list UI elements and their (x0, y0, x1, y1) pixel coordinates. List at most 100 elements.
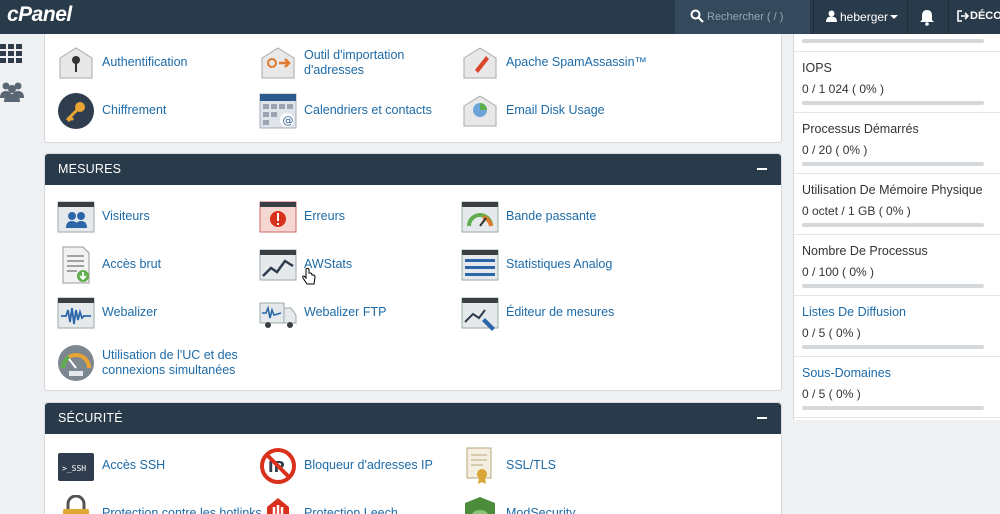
item-label: Accès SSH (102, 458, 166, 472)
usage-bar (802, 406, 984, 410)
hotlink-protection-item[interactable]: Protection contre les hotlinks (57, 495, 262, 514)
item-label: Éditeur de mesures (506, 305, 615, 319)
errors-item[interactable]: Erreurs (259, 198, 459, 238)
item-label: Webalizer FTP (304, 305, 387, 319)
metrics-panel: MESURES Visiteurs Erreurs Bande passante (44, 153, 782, 391)
chevron-down-icon (890, 15, 898, 19)
spamassassin-item[interactable]: Apache SpamAssassin™ (461, 44, 661, 84)
leech-protection-item[interactable]: Protection Leech (259, 495, 459, 514)
username: heberger (840, 10, 889, 24)
webalizer-item[interactable]: Webalizer (57, 294, 257, 334)
metrics-panel-header[interactable]: MESURES (45, 154, 781, 185)
search-box (675, 0, 810, 34)
calendars-contacts-item[interactable]: @ Calendriers et contacts (259, 92, 459, 132)
analog-stats-item[interactable]: Statistiques Analog (461, 246, 661, 286)
webalizer-ftp-item[interactable]: Webalizer FTP (259, 294, 459, 334)
usage-bar (802, 223, 984, 227)
item-label: Email Disk Usage (506, 103, 605, 117)
cpanel-logo[interactable]: cPanel (7, 3, 72, 27)
stat-name: IOPS (802, 61, 832, 75)
item-label: Authentification (102, 55, 188, 69)
usage-bar (802, 39, 984, 43)
stat-name: Utilisation De Mémoire Physique (802, 183, 983, 197)
item-label: Bloqueur d'adresses IP (304, 458, 433, 472)
lock-key-icon (59, 47, 93, 79)
item-label: Protection contre les hotlinks (102, 506, 262, 514)
stat-value: 0 / 1 024 ( 0% ) (802, 82, 885, 96)
stat-value: 0 / 5 ( 0% ) (802, 326, 861, 340)
cpu-usage-icon (58, 345, 94, 381)
logout-button[interactable]: DÉCON (948, 0, 1000, 34)
encryption-item[interactable]: Chiffrement (57, 92, 257, 132)
disk-usage-icon (463, 95, 497, 127)
raw-access-item[interactable]: Accès brut (57, 246, 257, 286)
modsecurity-item[interactable]: ModSecurity (461, 495, 661, 514)
ip-blocker-icon: IP (260, 448, 296, 484)
search-input[interactable] (707, 8, 805, 26)
address-import-item[interactable]: Outil d'importation d'adresses (259, 44, 459, 84)
awstats-icon (259, 249, 297, 281)
stat-row-partial (794, 34, 1000, 52)
item-label: Chiffrement (102, 103, 167, 117)
stat-physical-memory: Utilisation De Mémoire Physique 0 octet … (794, 174, 1000, 235)
stat-process-count: Nombre De Processus 0 / 100 ( 0% ) (794, 235, 1000, 296)
stat-iops: IOPS 0 / 1 024 ( 0% ) (794, 52, 1000, 113)
logout-icon (957, 10, 969, 22)
collapse-icon[interactable] (757, 168, 767, 170)
users-icon[interactable] (0, 80, 24, 102)
mailing-lists-link[interactable]: Listes De Diffusion (802, 305, 906, 319)
metrics-editor-icon (461, 297, 499, 331)
ip-blocker-item[interactable]: IP Bloqueur d'adresses IP (259, 447, 459, 487)
stat-name: Processus Démarrés (802, 122, 919, 136)
panel-title: MESURES (58, 162, 122, 176)
bell-icon[interactable] (918, 8, 936, 26)
subdomains-link[interactable]: Sous-Domaines (802, 366, 891, 380)
bandwidth-gauge-icon (461, 201, 499, 233)
stat-value: 0 / 5 ( 0% ) (802, 387, 861, 401)
usage-bar (802, 345, 984, 349)
item-label: Protection Leech (304, 506, 398, 514)
usage-bar (802, 162, 984, 166)
collapse-icon[interactable] (757, 417, 767, 419)
cpu-usage-item[interactable]: Utilisation de l'UC et des connexions sim… (57, 344, 297, 384)
stat-mailing-lists: Listes De Diffusion 0 / 5 ( 0% ) (794, 296, 1000, 357)
key-icon (58, 93, 94, 129)
ssh-terminal-icon: >_SSH (58, 453, 94, 481)
item-label: Erreurs (304, 209, 345, 223)
item-label: SSL/TLS (506, 458, 557, 472)
security-panel-header[interactable]: SÉCURITÉ (45, 403, 781, 434)
item-label: Statistiques Analog (506, 257, 613, 271)
svg-text:>_SSH: >_SSH (62, 464, 86, 473)
stat-value: 0 / 100 ( 0% ) (802, 265, 875, 279)
metrics-editor-item[interactable]: Éditeur de mesures (461, 294, 661, 334)
item-label: Calendriers et contacts (304, 103, 432, 117)
email-panel: Authentification Outil d'importation d'ad… (44, 34, 782, 143)
email-disk-usage-item[interactable]: Email Disk Usage (461, 92, 661, 132)
awstats-item[interactable]: AWStats (259, 246, 459, 286)
stat-subdomains: Sous-Domaines 0 / 5 ( 0% ) (794, 357, 1000, 418)
ssh-access-item[interactable]: >_SSH Accès SSH (57, 447, 257, 487)
calendar-icon: @ (259, 93, 297, 129)
certificate-icon (466, 447, 492, 484)
modsecurity-shield-icon (465, 497, 495, 514)
search-icon (690, 9, 704, 23)
left-sidebar (0, 34, 27, 514)
visitors-item[interactable]: Visiteurs (57, 198, 257, 238)
item-label: Accès brut (102, 257, 162, 271)
spam-pen-icon (463, 47, 497, 79)
visitors-icon (57, 201, 95, 233)
bandwidth-item[interactable]: Bande passante (461, 198, 661, 238)
item-label: Visiteurs (102, 209, 150, 223)
user-icon (826, 10, 837, 22)
stat-value: 0 / 20 ( 0% ) (802, 143, 868, 157)
grid-apps-icon[interactable] (0, 44, 24, 64)
stat-name: Nombre De Processus (802, 244, 928, 258)
usage-bar (802, 284, 984, 288)
raw-access-icon (62, 246, 90, 284)
user-menu[interactable]: heberger (813, 0, 908, 34)
hotlink-lock-icon (63, 495, 89, 514)
svg-text:@: @ (283, 114, 294, 127)
ssl-tls-item[interactable]: SSL/TLS (461, 447, 661, 487)
authentication-item[interactable]: Authentification (57, 44, 257, 84)
stat-value: 0 octet / 1 GB ( 0% ) (802, 204, 911, 218)
